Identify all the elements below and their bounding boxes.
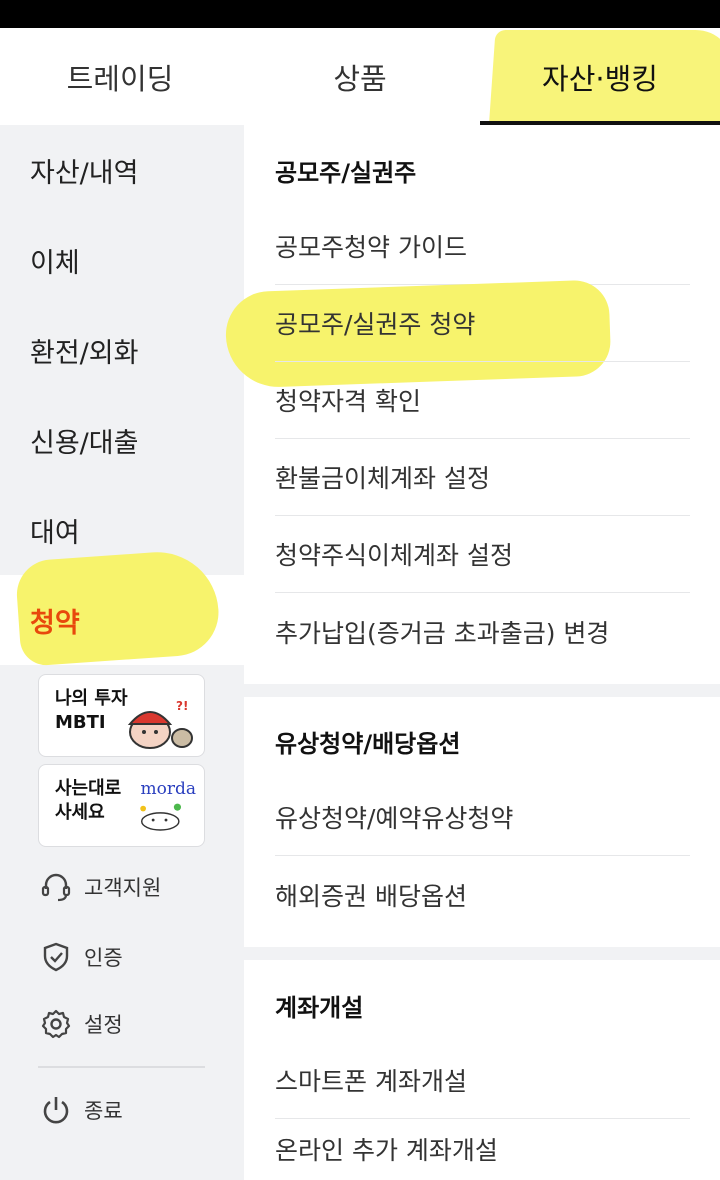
menu-item-label: 공모주청약 가이드 <box>275 233 467 262</box>
svg-text:?!: ?! <box>176 699 188 713</box>
section-rights-offering: 유상청약/배당옵션 유상청약/예약유상청약 해외증권 배당옵션 <box>244 697 720 947</box>
top-tab-bar: 트레이딩 상품 자산·뱅킹 <box>0 28 720 125</box>
exit-link[interactable]: 종료 <box>40 1090 123 1130</box>
menu-item-stock-transfer-account[interactable]: 청약주식이체계좌 설정 <box>275 516 690 593</box>
section-title: 계좌개설 <box>275 994 364 1022</box>
status-bar <box>0 0 720 28</box>
sidebar-item-label: 대여 <box>30 517 80 549</box>
menu-item-label: 추가납입(증거금 초과출금) 변경 <box>275 618 610 648</box>
tab-label: 상품 <box>333 61 387 96</box>
menu-item-online-additional-account[interactable]: 온라인 추가 계좌개설 <box>275 1119 690 1179</box>
power-icon <box>43 1097 69 1124</box>
menu-item-label: 청약자격 확인 <box>275 387 421 416</box>
sidebar-item-exchange[interactable]: 환전/외화 <box>0 305 244 395</box>
sidebar-item-credit-loan[interactable]: 신용/대출 <box>0 395 244 485</box>
sidebar-item-subscription-label-wrap: 청약 <box>0 575 244 665</box>
gear-icon <box>41 1009 71 1039</box>
settings-link[interactable]: 설정 <box>40 1004 123 1044</box>
cat-character-icon <box>140 803 181 831</box>
tab-assets-banking[interactable]: 자산·뱅킹 <box>480 28 720 125</box>
menu-item-label: 환불금이체계좌 설정 <box>275 464 490 493</box>
morda-logo: morda <box>140 779 197 799</box>
sidebar-item-label: 자산/내역 <box>30 157 139 189</box>
shield-check-icon <box>43 942 69 972</box>
certification-link[interactable]: 인증 <box>40 937 123 977</box>
morda-banner[interactable]: 사는대로 사세요 morda <box>38 764 205 847</box>
util-label: 종료 <box>84 1099 123 1123</box>
mbti-banner[interactable]: 나의 투자 MBTI ?! <box>38 674 205 757</box>
section-account-opening: 계좌개설 스마트폰 계좌개설 온라인 추가 계좌개설 <box>244 960 720 1180</box>
sidebar-item-assets[interactable]: 자산/내역 <box>0 125 244 215</box>
sidebar-item-transfer[interactable]: 이체 <box>0 215 244 305</box>
tab-trading[interactable]: 트레이딩 <box>0 28 240 125</box>
tab-label: 자산·뱅킹 <box>542 61 658 96</box>
section-title: 공모주/실권주 <box>275 159 417 187</box>
menu-item-rights-subscription[interactable]: 유상청약/예약유상청약 <box>275 779 690 856</box>
sidebar-item-label: 이체 <box>30 247 80 279</box>
section-ipo: 공모주/실권주 공모주청약 가이드 청약자격 확인 환불금이체계좌 설정 청약주… <box>244 125 720 684</box>
sidebar-item-label: 청약 <box>30 607 80 639</box>
sidebar-item-label: 신용/대출 <box>30 427 139 459</box>
menu-item-dividend-option[interactable]: 해외증권 배당옵션 <box>275 856 690 933</box>
menu-item-label: 공모주/실권주 청약 <box>275 310 476 339</box>
menu-item-label: 유상청약/예약유상청약 <box>275 804 514 833</box>
tab-products[interactable]: 상품 <box>240 28 480 125</box>
util-label: 인증 <box>84 946 123 970</box>
menu-item-additional-payment[interactable]: 추가납입(증거금 초과출금) 변경 <box>275 593 690 670</box>
customer-support-link[interactable]: 고객지원 <box>40 867 161 907</box>
sidebar-item-label: 환전/외화 <box>30 337 139 369</box>
section-title: 유상청약/배당옵션 <box>275 730 461 758</box>
tab-label: 트레이딩 <box>66 61 174 96</box>
util-label: 설정 <box>84 1013 123 1037</box>
menu-item-smartphone-account[interactable]: 스마트폰 계좌개설 <box>275 1042 690 1119</box>
headset-icon <box>41 873 71 902</box>
menu-item-label: 해외증권 배당옵션 <box>275 881 467 911</box>
util-label: 고객지원 <box>84 876 162 900</box>
sidebar-divider <box>38 1066 205 1068</box>
menu-item-ipo-subscribe-label-wrap: 공모주/실권주 청약 <box>275 285 690 362</box>
menu-item-ipo-guide[interactable]: 공모주청약 가이드 <box>275 208 690 285</box>
menu-item-refund-account[interactable]: 환불금이체계좌 설정 <box>275 439 690 516</box>
menu-item-label: 스마트폰 계좌개설 <box>275 1067 467 1096</box>
menu-item-label: 청약주식이체계좌 설정 <box>275 541 513 570</box>
cartoon-character-icon: ?! <box>127 699 193 749</box>
menu-item-label: 온라인 추가 계좌개설 <box>275 1136 498 1165</box>
